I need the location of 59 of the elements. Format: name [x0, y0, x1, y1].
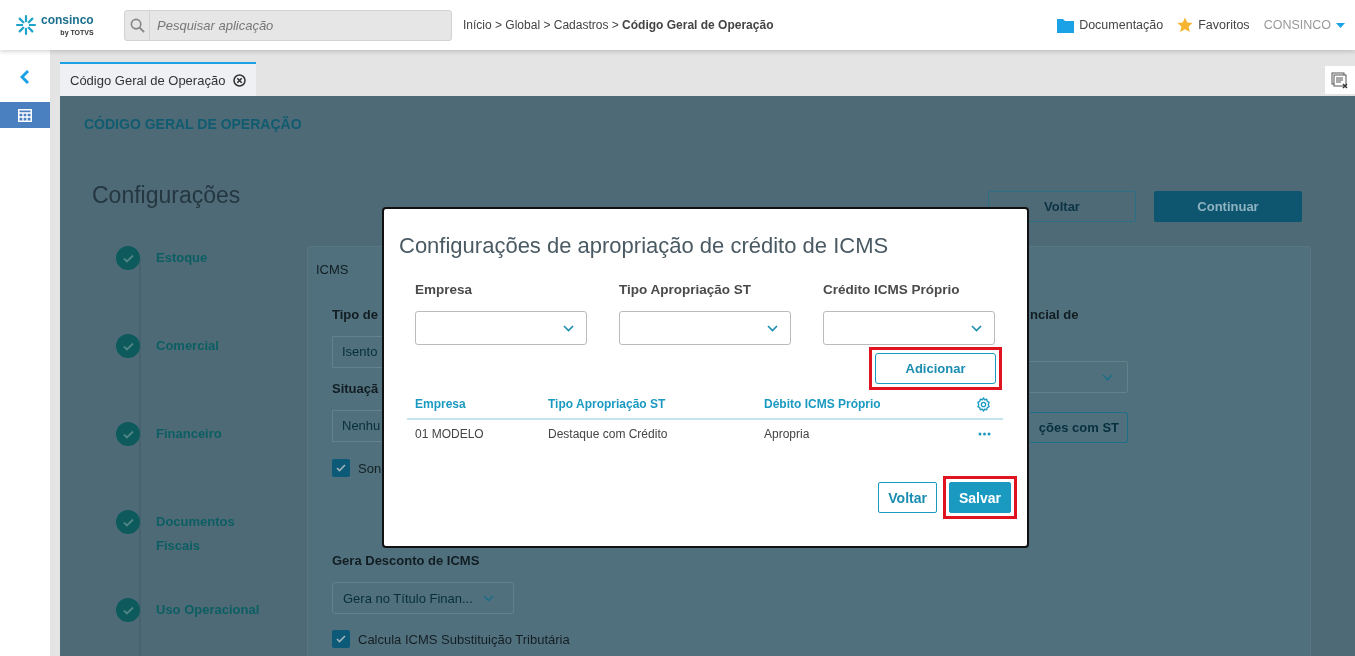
chevron-left-icon [20, 69, 30, 85]
search-field[interactable]: Pesquisar aplicação [124, 9, 452, 41]
folder-icon [1057, 17, 1075, 33]
field-label: Situaçã [332, 380, 379, 398]
column-header[interactable]: Débito ICMS Próprio [756, 397, 954, 411]
checkbox-label: Son [358, 460, 382, 476]
select-field[interactable] [1030, 361, 1128, 393]
page-heading: CÓDIGO GERAL DE OPERAÇÃO [84, 114, 303, 134]
star-icon [1177, 17, 1194, 33]
field-label: Empresa [415, 281, 474, 299]
select-field[interactable] [415, 311, 587, 345]
document-list-icon [1331, 71, 1349, 89]
chevron-down-icon [482, 594, 494, 602]
header-link[interactable]: Documentação [1057, 17, 1164, 33]
close-icon[interactable] [233, 73, 247, 87]
search-icon [129, 17, 145, 33]
select-field[interactable] [619, 311, 791, 345]
search-input[interactable]: Pesquisar aplicação [150, 16, 439, 34]
select-field[interactable] [823, 311, 995, 345]
breadcrumb: Início > Global > Cadastros > Código Geral de Operação [463, 18, 774, 32]
field-label: ncial de [1030, 306, 1079, 324]
field-label: Tipo de [332, 306, 378, 324]
panel-title: ICMS [316, 261, 350, 279]
continue-button[interactable]: Continuar [1154, 191, 1302, 222]
tab[interactable]: Código Geral de Operação [60, 62, 257, 96]
chevron-down-icon [767, 324, 778, 332]
calendar-icon [18, 108, 32, 122]
save-button[interactable]: Salvar [948, 482, 1011, 513]
add-button[interactable]: Adicionar [875, 353, 996, 384]
field-label: Gera Desconto de ICMS [332, 552, 480, 570]
checkbox-label: Calcula ICMS Substituição Tributária [358, 631, 570, 647]
header-link[interactable]: Favoritos [1177, 17, 1250, 33]
chevron-down-icon [563, 324, 574, 332]
field-label: Crédito ICMS Próprio [823, 281, 961, 299]
back-button[interactable]: Voltar [878, 482, 937, 513]
logo-icon [14, 13, 38, 37]
page-title: Configurações [92, 181, 241, 210]
select-field[interactable]: Gera no Título Finan... [332, 582, 514, 614]
table-cell-text: Apropria [763, 427, 811, 441]
column-header[interactable]: Empresa [407, 397, 540, 411]
check-icon [336, 635, 346, 643]
close-all-tabs-button[interactable] [1325, 66, 1355, 94]
checkbox[interactable] [332, 459, 350, 477]
modal-title: Configurações de apropriação de crédito de ICMS [399, 232, 890, 260]
panel-button[interactable]: ções com ST [1030, 412, 1128, 443]
sidebar-item[interactable] [0, 102, 50, 128]
field-label: Tipo Apropriação ST [619, 281, 752, 299]
checkbox[interactable] [332, 630, 350, 648]
more-icon[interactable] [978, 432, 991, 436]
user-menu[interactable]: CONSINCO [1263, 18, 1345, 32]
chevron-down-icon [971, 324, 982, 332]
table-cell-text: 01 MODELO [414, 427, 485, 441]
table-cell-text: Destaque com Crédito [547, 427, 669, 441]
check-icon [336, 464, 346, 472]
caret-icon [1336, 22, 1345, 28]
column-header[interactable]: Tipo Apropriação ST [540, 397, 756, 411]
chevron-down-icon [1102, 373, 1113, 381]
settings-icon[interactable] [976, 396, 991, 412]
logo-text: consinco [41, 14, 94, 26]
